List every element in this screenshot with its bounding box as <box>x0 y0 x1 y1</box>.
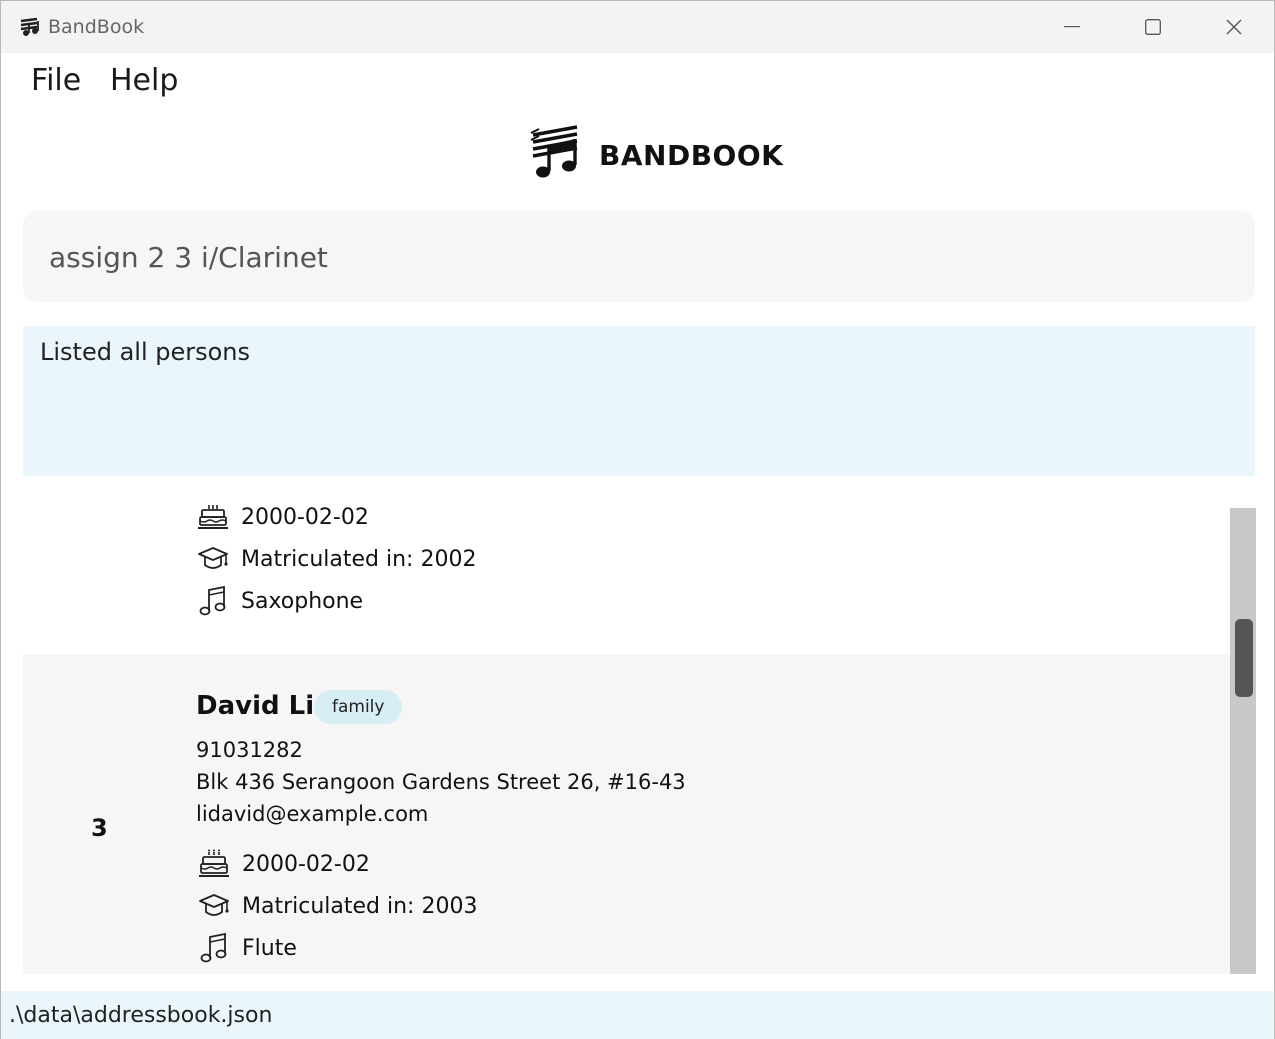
save-file-path: .\data\addressbook.json <box>9 1003 273 1028</box>
instrument-text: Saxophone <box>241 588 364 614</box>
close-icon <box>1226 19 1242 35</box>
status-bar: .\data\addressbook.json <box>1 991 1274 1039</box>
matriculation-row: Matriculated in: 2002 <box>196 542 476 576</box>
person-tag: family <box>314 690 403 724</box>
music-note-icon <box>196 584 230 618</box>
cake-icon <box>197 847 231 881</box>
matriculation-row: Matriculated in: 2003 <box>197 889 477 923</box>
music-notes-logo-icon <box>529 125 585 185</box>
close-button[interactable] <box>1194 1 1274 53</box>
instrument-row: Saxophone <box>196 584 363 618</box>
bandbook-logo-icon <box>19 17 41 37</box>
logo-text: BANDBOOK <box>599 138 784 172</box>
instrument-text: Flute <box>242 935 297 961</box>
cake-icon <box>196 500 230 534</box>
maximize-button[interactable] <box>1113 1 1193 53</box>
window-title: BandBook <box>48 16 145 38</box>
birthday-text: 2000-02-02 <box>241 504 369 530</box>
person-card[interactable]: 3 David Li family 91031282 Blk 436 Seran… <box>23 654 1231 974</box>
app-window: BandBook File Help BANDBOOK assign 2 3 i… <box>0 0 1275 1039</box>
command-box[interactable]: assign 2 3 i/Clarinet <box>23 211 1255 302</box>
title-bar: BandBook <box>1 1 1274 53</box>
result-display: Listed all persons <box>23 326 1255 476</box>
app-logo: BANDBOOK <box>529 125 784 185</box>
command-input[interactable]: assign 2 3 i/Clarinet <box>49 241 328 274</box>
menu-bar: File Help <box>1 53 1274 109</box>
birthday-text: 2000-02-02 <box>242 851 370 877</box>
list-scrollbar-track[interactable] <box>1230 508 1256 974</box>
person-name: David Li <box>196 691 315 721</box>
result-message: Listed all persons <box>40 338 251 366</box>
person-list[interactable]: 2000-02-02 Matriculated in: 2002 Saxopho… <box>23 491 1233 974</box>
matriculation-text: Matriculated in: 2003 <box>242 893 478 919</box>
birthday-row: 2000-02-02 <box>197 847 370 881</box>
instrument-row: Flute <box>197 931 297 965</box>
graduation-cap-icon <box>196 542 230 576</box>
person-address: Blk 436 Serangoon Gardens Street 26, #16… <box>196 770 686 794</box>
music-note-icon <box>197 931 231 965</box>
person-phone: 91031282 <box>196 738 303 762</box>
person-card[interactable]: 2000-02-02 Matriculated in: 2002 Saxopho… <box>23 491 1231 654</box>
minimize-button[interactable] <box>1032 1 1112 53</box>
birthday-row: 2000-02-02 <box>196 500 369 534</box>
person-email: lidavid@example.com <box>196 802 429 826</box>
list-scrollbar-thumb[interactable] <box>1235 619 1253 697</box>
matriculation-text: Matriculated in: 2002 <box>241 546 477 572</box>
person-index: 3 <box>91 814 108 842</box>
graduation-cap-icon <box>197 889 231 923</box>
minimize-icon <box>1064 26 1080 28</box>
menu-file[interactable]: File <box>31 63 81 98</box>
maximize-icon <box>1145 19 1161 35</box>
menu-help[interactable]: Help <box>110 63 178 98</box>
